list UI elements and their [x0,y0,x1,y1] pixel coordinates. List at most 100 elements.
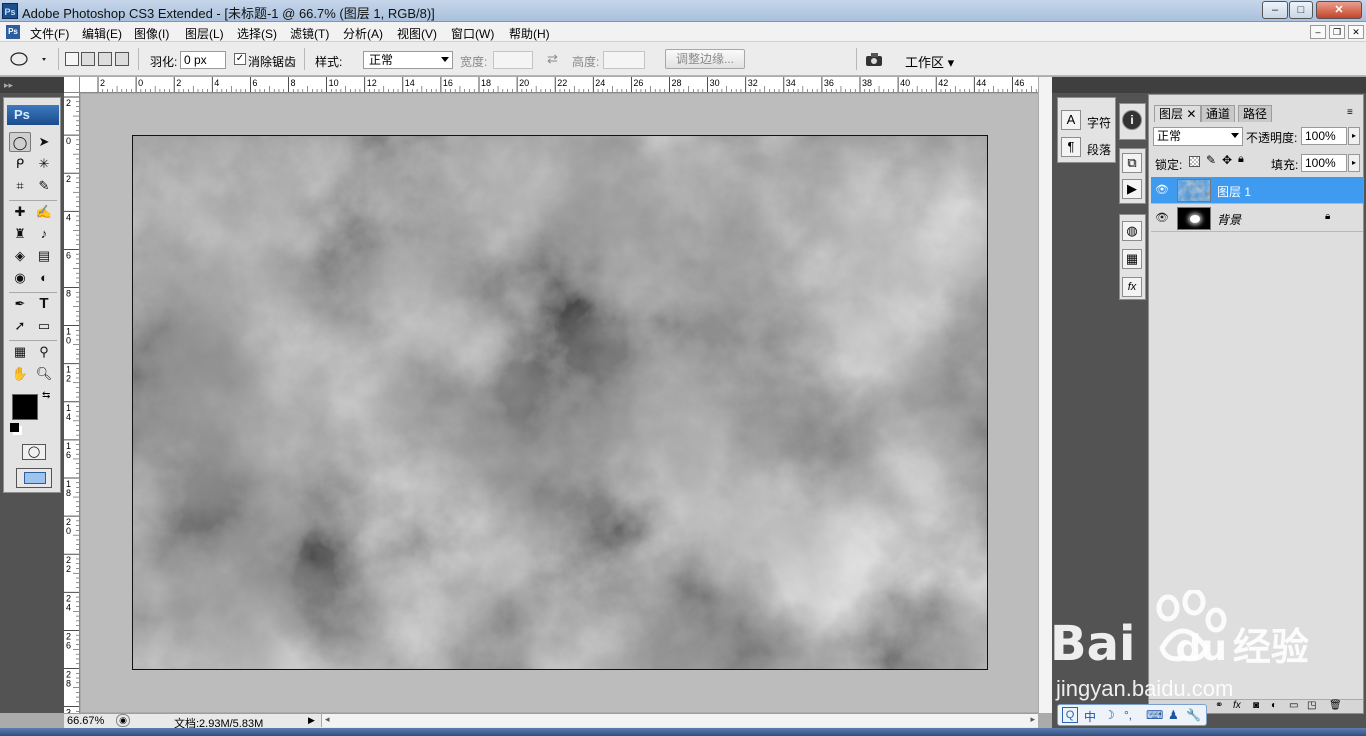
fill-slider-toggle[interactable]: ▸ [1348,154,1360,172]
info-icon[interactable]: i [1122,110,1142,130]
layer-name[interactable]: 图层 1 [1217,183,1251,200]
refine-edge-button[interactable]: 调整边缘... [665,49,745,69]
styles-icon[interactable]: fx [1122,277,1142,297]
tab-channels[interactable]: 通道 [1201,105,1236,122]
gradient-tool-icon[interactable]: ▤ [33,246,55,266]
layer-thumbnail[interactable] [1177,207,1211,230]
doc-minimize-button[interactable]: – [1310,25,1326,39]
brush-tool-icon[interactable]: ✍ [33,202,55,222]
layer-row-layer1[interactable]: 👁︎ 图层 1 [1151,177,1363,204]
dock-header-1[interactable] [1052,77,1118,93]
menu-analysis[interactable]: 分析(A) [343,25,383,42]
quick-mask-icon[interactable]: ◯ [22,444,46,460]
paragraph-label[interactable]: 段落 [1087,141,1111,158]
eye-icon[interactable]: 👁︎ [1155,185,1169,196]
magic-wand-tool-icon[interactable]: ✳ [33,154,55,174]
horizontal-scrollbar[interactable]: ◂ ▸ [321,714,1038,727]
dock-header-2[interactable] [1118,77,1148,93]
screen-mode-button[interactable] [16,468,52,488]
history-brush-tool-icon[interactable]: ♪ [33,224,55,244]
ime-settings-icon[interactable]: 🔧 [1186,708,1201,722]
width-input[interactable] [493,51,533,69]
subtract-from-selection-icon[interactable] [98,52,112,66]
status-info-icon[interactable]: ◉ [116,714,130,727]
bridge-icon[interactable] [864,51,886,69]
tool-preset-picker[interactable] [6,50,50,68]
menu-file[interactable]: 文件(F) [30,25,69,42]
menu-edit[interactable]: 编辑(E) [82,25,122,42]
swatches-icon[interactable]: ▦ [1122,249,1142,269]
ime-halfwidth-icon[interactable]: ☽ [1104,708,1115,722]
lock-pixels-icon[interactable]: ✎ [1206,153,1216,167]
menu-window[interactable]: 窗口(W) [451,25,494,42]
swap-dimensions-icon[interactable]: ⇄ [547,51,558,67]
horizontal-ruler[interactable]: 2 0 2 4 6 8 10 12 14 16 18 20 22 24 26 28 30 32 34 36 38 40 42… [80,77,1038,93]
ruler-corner[interactable] [64,77,80,93]
windows-taskbar[interactable] [0,728,1366,736]
eraser-tool-icon[interactable]: ◈ [9,246,31,266]
eye-icon[interactable]: 👁︎ [1155,213,1169,224]
fill-input[interactable]: 100% [1301,154,1347,172]
ime-logo-icon[interactable]: Q [1062,707,1078,723]
feather-input[interactable]: 0 px [180,51,226,69]
character-icon[interactable]: A [1061,110,1081,130]
blend-mode-select[interactable]: 正常 [1153,127,1243,146]
ime-keyboard-icon[interactable]: ⌨ [1146,708,1163,722]
new-selection-icon[interactable] [65,52,79,66]
notes-tool-icon[interactable]: ▦ [9,342,31,362]
menu-image[interactable]: 图像(I) [134,25,169,42]
crop-tool-icon[interactable]: ⌗ [9,176,31,196]
tab-paths[interactable]: 路径 [1238,105,1273,122]
menu-filter[interactable]: 滤镜(T) [290,25,329,42]
lock-transparency-icon[interactable] [1189,156,1200,167]
character-label[interactable]: 字符 [1087,114,1111,131]
maximize-button[interactable]: □ [1289,1,1313,19]
new-layer-icon[interactable]: ◳ [1307,700,1316,711]
shape-tool-icon[interactable]: ▭ [33,316,55,336]
dodge-tool-icon[interactable]: ◐ [33,268,55,288]
document-icon[interactable]: Ps [6,25,20,39]
elliptical-marquee-tool-icon[interactable]: ◯ [9,132,31,152]
history-icon[interactable]: ⧉ [1122,153,1142,173]
slice-tool-icon[interactable]: ✎ [33,176,55,196]
doc-close-button[interactable]: ✕ [1348,25,1364,39]
opacity-slider-toggle[interactable]: ▸ [1348,127,1360,145]
lasso-tool-icon[interactable]: ᑭ [9,154,31,174]
intersect-selection-icon[interactable] [115,52,129,66]
move-tool-icon[interactable]: ➤ [33,132,55,152]
ime-mode-chinese[interactable]: 中 [1084,708,1096,725]
zoom-level[interactable]: 66.67% [67,715,104,727]
zoom-tool-icon[interactable]: 🔍︎ [33,364,55,384]
default-colors-icon[interactable] [10,423,19,432]
minimize-button[interactable]: – [1262,1,1288,19]
layer-row-background[interactable]: 👁︎ 背景 🔒︎ [1151,205,1363,232]
height-input[interactable] [603,51,645,69]
menu-layer[interactable]: 图层(L) [185,25,224,42]
opacity-input[interactable]: 100% [1301,127,1347,145]
scroll-left-icon[interactable]: ◂ [325,714,330,725]
vertical-ruler[interactable]: 202468101214161820222426283 [64,93,80,713]
hand-tool-icon[interactable]: ✋ [9,364,31,384]
add-to-selection-icon[interactable] [81,52,95,66]
close-button[interactable]: ✕ [1316,1,1362,19]
blur-tool-icon[interactable]: ◉ [9,268,31,288]
document-canvas[interactable] [132,135,988,670]
lock-position-icon[interactable]: ✥ [1222,153,1232,167]
toolbox-collapse-handle[interactable]: ▸▸ [0,77,64,93]
style-select[interactable]: 正常 [363,51,453,69]
foreground-color-swatch[interactable] [12,394,38,420]
ime-punctuation-icon[interactable]: °, [1124,708,1132,722]
path-selection-tool-icon[interactable]: ➚ [9,316,31,336]
clone-stamp-tool-icon[interactable]: ♜ [9,224,31,244]
dock-header-3[interactable] [1148,77,1366,93]
status-menu-arrow-icon[interactable]: ▶ [308,715,318,726]
tab-layers[interactable]: 图层 ✕ [1154,105,1202,122]
paragraph-icon[interactable]: ¶ [1061,137,1081,157]
ime-user-icon[interactable]: ♟ [1168,708,1179,722]
type-tool-icon[interactable]: T [33,294,55,314]
color-icon[interactable]: ◍ [1122,221,1142,241]
pen-tool-icon[interactable]: ✒ [9,294,31,314]
delete-layer-icon[interactable]: 🗑︎ [1329,700,1342,711]
scroll-right-icon[interactable]: ▸ [1030,714,1035,725]
photoshop-app-icon[interactable]: Ps [2,3,18,19]
